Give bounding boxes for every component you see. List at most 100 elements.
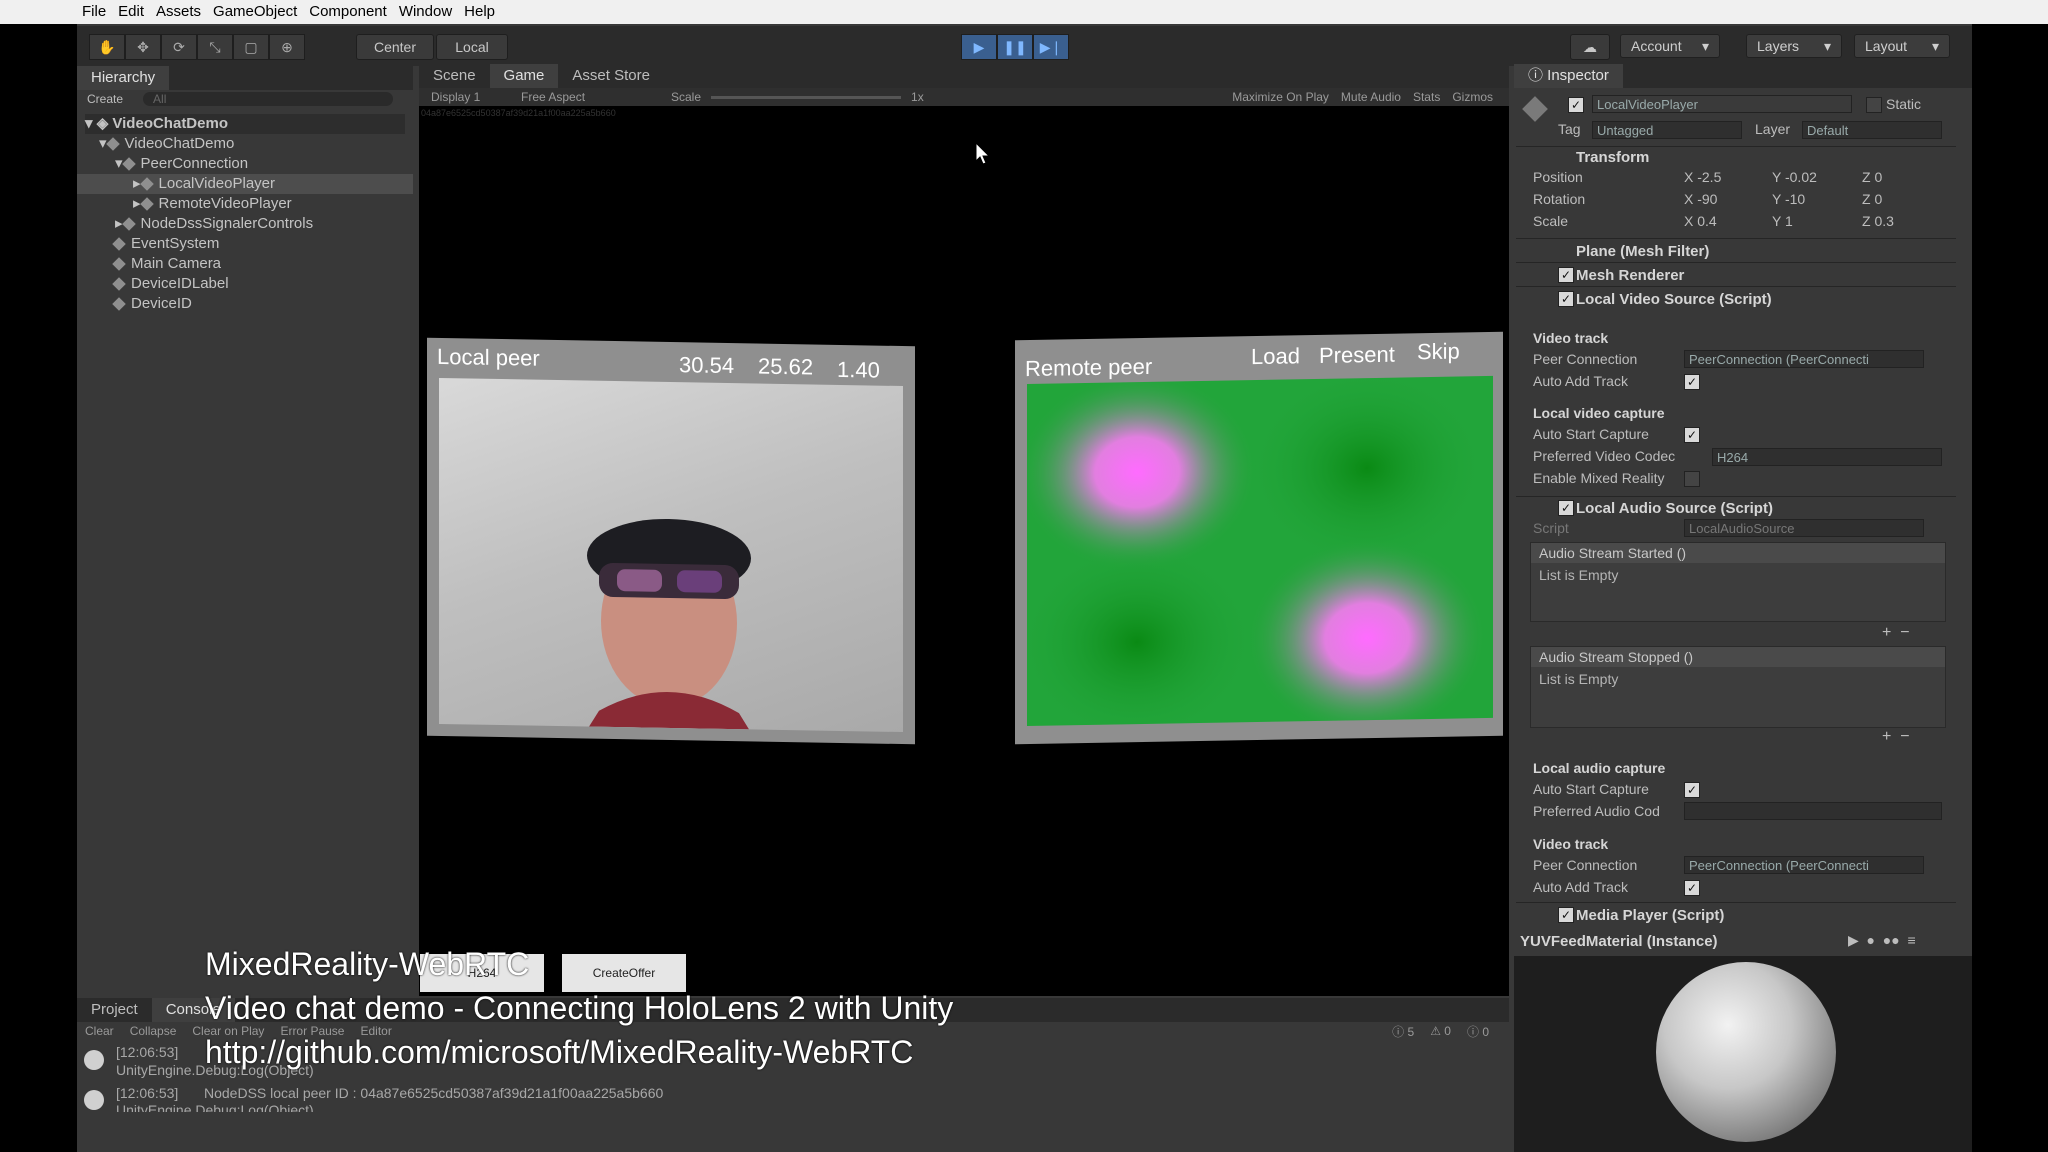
present-button[interactable]: Present (1319, 342, 1395, 369)
hand-tool-icon[interactable]: ✋ (89, 34, 125, 60)
enable-mixed-reality-checkbox[interactable] (1684, 471, 1700, 487)
auto-add-track-checkbox[interactable]: ✓ (1684, 374, 1700, 390)
peer-connection-field-2[interactable]: PeerConnection (PeerConnecti (1684, 856, 1924, 874)
create-dropdown[interactable]: Create (87, 92, 123, 106)
gameobject-icon (121, 217, 136, 231)
audio-stopped-empty: List is Empty (1539, 671, 1619, 687)
scene-row[interactable]: ▾ ◈ VideoChatDemo (85, 114, 405, 134)
menu-help[interactable]: Help (458, 0, 501, 24)
inspector-tab[interactable]: ⓘ Inspector (1514, 64, 1623, 88)
scale-y[interactable]: Y 1 (1772, 213, 1793, 229)
scale-tool-icon[interactable]: ⤡ (197, 34, 233, 60)
local-video-feed (439, 377, 903, 733)
scale-z[interactable]: Z 0.3 (1862, 213, 1894, 229)
pause-icon[interactable]: ❚❚ (997, 34, 1033, 60)
play-icon[interactable]: ▶ (961, 34, 997, 60)
game-id-text: 04a87e6525cd50387af39d21a1f00aa225a5b660 (421, 108, 616, 118)
move-tool-icon[interactable]: ✥ (125, 34, 161, 60)
hierarchy-search-input[interactable]: All (143, 92, 394, 106)
hierarchy-tab[interactable]: Hierarchy (77, 66, 170, 90)
add-event-icon[interactable]: + − (1882, 624, 1910, 642)
layout-dropdown[interactable]: Layout ▾ (1854, 34, 1950, 58)
cloud-icon[interactable]: ☁ (1570, 34, 1610, 60)
transform-tool-icon[interactable]: ⊕ (269, 34, 305, 60)
hierarchy-item-selected[interactable]: ▸ LocalVideoPlayer (77, 174, 413, 194)
hierarchy-item[interactable]: ▸ NodeDssSignalerControls (115, 214, 313, 234)
active-checkbox[interactable]: ✓ (1568, 97, 1584, 113)
auto-start-capture-checkbox[interactable]: ✓ (1684, 427, 1700, 443)
warning-count-icon[interactable]: ⚠ 0 (1430, 1024, 1451, 1038)
display-dropdown[interactable]: Display 1 (431, 90, 521, 104)
game-view[interactable]: 04a87e6525cd50387af39d21a1f00aa225a5b660… (419, 106, 1509, 996)
hierarchy-item[interactable]: DeviceID (112, 294, 192, 314)
tag-dropdown[interactable]: Untagged (1592, 121, 1742, 139)
hierarchy-item[interactable]: Main Camera (112, 254, 221, 274)
preferred-audio-codec-field[interactable] (1684, 802, 1942, 820)
warning-count: 0 (1444, 1024, 1451, 1038)
skip-button[interactable]: Skip (1417, 338, 1460, 365)
static-checkbox[interactable] (1866, 97, 1882, 113)
tab-scene[interactable]: Scene (419, 64, 490, 88)
pivot-local-button[interactable]: Local (436, 34, 508, 60)
tab-asset-store[interactable]: Asset Store (558, 64, 664, 88)
menu-component[interactable]: Component (303, 0, 393, 24)
pivot-center-button[interactable]: Center (356, 34, 434, 60)
menu-assets[interactable]: Assets (150, 0, 207, 24)
step-icon[interactable]: ▶❘ (1033, 34, 1069, 60)
gizmos-dropdown[interactable]: Gizmos (1452, 90, 1493, 104)
scale-x[interactable]: X 0.4 (1684, 213, 1717, 229)
local-video-source-checkbox[interactable]: ✓ (1558, 291, 1574, 307)
object-name-field[interactable]: LocalVideoPlayer (1592, 95, 1852, 113)
rotate-tool-icon[interactable]: ⟳ (161, 34, 197, 60)
load-button[interactable]: Load (1251, 343, 1300, 370)
menu-gameobject[interactable]: GameObject (207, 0, 303, 24)
rotation-y[interactable]: Y -10 (1772, 191, 1805, 207)
create-offer-button[interactable]: CreateOffer (562, 954, 686, 992)
mesh-renderer-checkbox[interactable]: ✓ (1558, 267, 1574, 283)
chevron-down-icon: ▾ (1701, 37, 1709, 54)
rotation-x[interactable]: X -90 (1684, 191, 1717, 207)
position-z[interactable]: Z 0 (1862, 169, 1882, 185)
maximize-on-play-toggle[interactable]: Maximize On Play (1232, 90, 1329, 104)
rotation-z[interactable]: Z 0 (1862, 191, 1882, 207)
account-dropdown[interactable]: Account ▾ (1620, 34, 1720, 58)
material-preview-controls-icon[interactable]: ▶ ● ●● ≡ (1848, 932, 1916, 949)
error-count-icon[interactable]: ⓘ 0 (1467, 1023, 1489, 1040)
mute-audio-toggle[interactable]: Mute Audio (1341, 90, 1401, 104)
local-audio-source-checkbox[interactable]: ✓ (1558, 500, 1574, 516)
menu-window[interactable]: Window (393, 0, 458, 24)
hierarchy-item[interactable]: ▾ VideoChatDemo (99, 134, 234, 154)
console-clear-button[interactable]: Clear (85, 1024, 114, 1038)
tab-game[interactable]: Game (489, 64, 559, 88)
local-audio-capture-heading: Local audio capture (1533, 760, 1666, 776)
aspect-dropdown[interactable]: Free Aspect (521, 90, 631, 104)
preferred-audio-codec-label: Preferred Audio Cod (1533, 803, 1660, 819)
add-event-icon[interactable]: + − (1882, 728, 1910, 746)
scale-slider[interactable] (711, 95, 902, 99)
auto-add-track-checkbox-2[interactable]: ✓ (1684, 880, 1700, 896)
console-entry-time[interactable]: [12:06:53] (116, 1085, 178, 1101)
peer-connection-field[interactable]: PeerConnection (PeerConnecti (1684, 350, 1924, 368)
console-collapse-button[interactable]: Collapse (130, 1024, 177, 1038)
game-view-toolbar: Display 1 Free Aspect Scale 1x Maximize … (419, 88, 1509, 106)
console-entry-time[interactable]: [12:06:53] (116, 1044, 178, 1060)
audio-auto-start-capture-checkbox[interactable]: ✓ (1684, 782, 1700, 798)
media-player-checkbox[interactable]: ✓ (1558, 907, 1574, 923)
hierarchy-item[interactable]: ▸ RemoteVideoPlayer (133, 194, 292, 214)
hierarchy-item[interactable]: EventSystem (112, 234, 219, 254)
rect-tool-icon[interactable]: ▢ (233, 34, 269, 60)
hierarchy-item[interactable]: DeviceIDLabel (112, 274, 229, 294)
preferred-video-codec-dropdown[interactable]: H264 (1712, 448, 1942, 466)
hierarchy-item[interactable]: ▾ PeerConnection (115, 154, 248, 174)
layer-dropdown[interactable]: Default (1802, 121, 1942, 139)
stats-toggle[interactable]: Stats (1413, 90, 1440, 104)
menu-edit[interactable]: Edit (112, 0, 150, 24)
layers-dropdown[interactable]: Layers ▾ (1746, 34, 1842, 58)
menu-file[interactable]: File (76, 0, 112, 24)
position-x[interactable]: X -2.5 (1684, 169, 1721, 185)
console-entry-message[interactable]: NodeDSS local peer ID : 04a87e6525cd5038… (204, 1085, 663, 1101)
info-count-icon[interactable]: ⓘ 5 (1392, 1023, 1414, 1040)
position-y[interactable]: Y -0.02 (1772, 169, 1817, 185)
mouse-cursor-icon (975, 142, 991, 165)
tab-project[interactable]: Project (77, 998, 152, 1022)
